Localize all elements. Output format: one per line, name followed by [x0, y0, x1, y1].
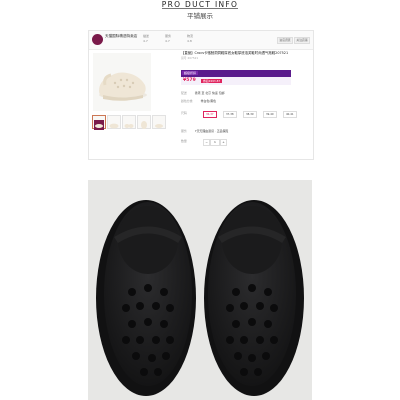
- thumbnail-1[interactable]: [92, 115, 106, 130]
- product-price: ¥579: [183, 78, 196, 83]
- quantity-input[interactable]: 1: [210, 139, 220, 146]
- price-strip: ¥579 券后¥493.87: [181, 77, 291, 85]
- product-photo: [88, 180, 312, 400]
- size-option[interactable]: 39-40: [263, 111, 277, 118]
- follow-shop-button[interactable]: 关注店铺: [294, 37, 310, 44]
- shop-bar: 天猫国际精选特卖店 描述 4.7 服务 4.7 物流 4.8 进店逛逛 关注店铺: [89, 31, 313, 50]
- quantity-increase-button[interactable]: +: [220, 139, 227, 146]
- delivery-value: 香港 至 北京 快递 包邮: [194, 91, 225, 95]
- product-code: 货号 207521: [181, 56, 199, 60]
- color-row: 颜色分类 骨白色/黑色: [181, 99, 216, 103]
- quantity-decrease-button[interactable]: −: [203, 139, 210, 146]
- shop-name[interactable]: 天猫国际精选特卖店: [105, 34, 137, 39]
- size-option[interactable]: 37-38: [223, 111, 237, 118]
- promo-price-panel: 超级折扣 ¥579 券后¥493.87: [181, 70, 291, 85]
- right-clog: [204, 200, 304, 396]
- shop-logo[interactable]: [92, 34, 103, 45]
- quantity-row: 数量 − 1 +: [181, 139, 227, 146]
- enter-shop-button[interactable]: 进店逛逛: [277, 37, 293, 44]
- size-row: 尺码 36-37 37-38 38-39 39-40 40-41: [181, 111, 297, 118]
- rating-logistics: 物流 4.8: [187, 34, 194, 43]
- delivery-row: 配送 香港 至 北京 快递 包邮: [181, 91, 225, 95]
- thumbnail-4[interactable]: [137, 115, 151, 129]
- color-value[interactable]: 骨白色/黑色: [201, 99, 216, 103]
- service-row: 服务 7天无理由退货 · 正品保障: [181, 129, 229, 133]
- thumbnail-strip: [92, 115, 166, 130]
- title-divider: [162, 8, 238, 9]
- rating-service: 服务 4.7: [165, 34, 172, 43]
- thumbnail-5[interactable]: [152, 115, 166, 129]
- size-option[interactable]: 40-41: [283, 111, 297, 118]
- product-title: 【直营】Crocs卡骆驰洞洞鞋厚底女鞋厚底泡芙鞋时尚透气拖鞋207521: [181, 51, 289, 55]
- thumbnail-2[interactable]: [107, 115, 121, 129]
- coupon-badge[interactable]: 券后¥493.87: [201, 79, 223, 83]
- promo-label: 超级折扣: [182, 71, 199, 75]
- thumbnail-3[interactable]: [122, 115, 136, 129]
- size-option[interactable]: 38-39: [243, 111, 257, 118]
- section-subtitle: 平铺展示: [187, 12, 213, 20]
- shop-product-card: 天猫国际精选特卖店 描述4.7 服务4.7 物流4.8 进店逛逛 关注店铺: [88, 30, 314, 160]
- main-product-image[interactable]: [93, 53, 151, 111]
- product-info-header: PRO DUCT INFO 平铺展示: [0, 0, 400, 24]
- size-option[interactable]: 36-37: [203, 111, 217, 118]
- service-value: 7天无理由退货 · 正品保障: [194, 129, 229, 133]
- black-clogs-image: [96, 200, 304, 396]
- rating-describe: 描述 4.7: [143, 34, 150, 43]
- left-clog: [96, 200, 196, 396]
